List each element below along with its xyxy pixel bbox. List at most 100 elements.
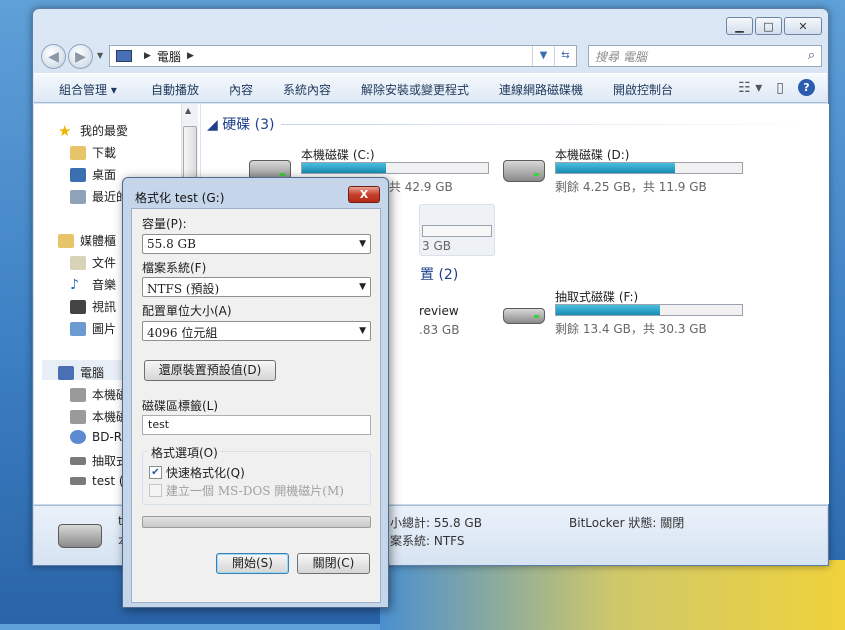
drive-usage-bar [422,225,492,237]
search-placeholder: 搜尋 電腦 [595,49,647,64]
format-dialog: 格式化 test (G:) X 容量(P): 55.8 GB ▼ 檔案系統(F) … [122,177,389,608]
drive-free-space: 3 GB [422,239,451,253]
close-button[interactable]: 關閉(C) [297,553,370,574]
drive-item-preview-name[interactable]: review [419,304,459,318]
removable-drive-icon [70,456,86,465]
sidebar-item-recent[interactable]: 最近的 [70,188,128,205]
back-button[interactable]: ◀ [41,44,66,69]
uninstall-program-button[interactable]: 解除安裝或變更程式 [361,81,469,98]
desktop-icon [70,167,86,182]
volume-label-input[interactable]: test [142,415,371,435]
sidebar-item-music[interactable]: ♪ 音樂 [70,276,116,293]
sidebar-item-videos[interactable]: 視訊 [70,298,116,315]
breadcrumb-computer[interactable]: 電腦 [157,48,181,65]
documents-icon [70,255,86,270]
sidebar-item-documents[interactable]: 文件 [70,254,116,271]
file-system-label: 檔案系統(F) [142,261,207,275]
sidebar-item-libraries[interactable]: 媒體櫃 [58,232,116,249]
view-options-icon[interactable]: ☷ ▾ [738,80,762,96]
recent-pages-dropdown[interactable]: ▼ [97,51,103,60]
drive-usage-bar [555,162,743,174]
properties-button[interactable]: 內容 [229,81,253,98]
dialog-body: 容量(P): 55.8 GB ▼ 檔案系統(F) NTFS (預設) ▼ 配置單位大… [131,208,381,603]
autoplay-button[interactable]: 自動播放 [151,81,199,98]
quick-format-checkbox[interactable]: ✔ 快速格式化(Q) [149,464,245,481]
address-bar[interactable]: ▶ 電腦 ▶ ▼ ⇆ [109,45,577,67]
details-bitlocker-status: BitLocker 狀態: 關閉 [569,516,685,530]
back-arrow-icon: ◀ [48,48,59,65]
sidebar-item-removable-f[interactable]: 抽取式 [70,452,128,469]
sidebar-item-local-c[interactable]: 本機磁 [70,386,128,403]
help-icon[interactable]: ? [798,79,815,96]
forward-arrow-icon: ▶ [75,48,86,65]
drive-usage-fill [556,305,661,315]
maximize-button[interactable]: □ [755,17,782,35]
drive-free-space: 剩餘 13.4 GB，共 30.3 GB [555,322,707,336]
search-box[interactable]: 搜尋 電腦 ⌕ [588,45,822,67]
checkbox-checked-icon[interactable]: ✔ [149,466,162,479]
computer-icon [58,365,74,380]
open-control-panel-button[interactable]: 開啟控制台 [613,81,673,98]
details-file-system: 案系統: NTFS [390,534,465,548]
breadcrumb-chevron-icon[interactable]: ▶ [187,51,194,61]
system-properties-button[interactable]: 系統內容 [283,81,331,98]
group-header-removable[interactable]: 置 (2) [420,264,458,284]
drive-usage-bar [301,162,489,174]
scroll-up-icon[interactable]: ▲ [185,106,191,115]
computer-icon [116,50,132,62]
drive-usage-fill [302,163,386,173]
group-header-hard-disks[interactable]: ◢ 硬碟 (3) [207,114,275,134]
chevron-down-icon: ▼ [359,326,366,336]
star-icon: ★ [58,121,72,140]
removable-drive-icon [503,308,545,324]
maximize-icon: □ [763,19,774,33]
drive-item-g-selected[interactable]: 3 GB [419,204,495,256]
chevron-down-icon: ▼ [359,239,366,249]
drive-name: 本機磁碟 (C:) [301,148,375,162]
search-icon[interactable]: ⌕ [808,48,815,63]
group-divider [281,124,821,125]
command-bar: 組合管理 ▾ 自動播放 內容 系統內容 解除安裝或變更程式 連線網路磁碟機 開啟… [34,73,827,103]
preview-pane-icon[interactable]: ▯ [776,80,784,96]
format-options-group: 格式選項(O) ✔ 快速格式化(Q) 建立一個 MS-DOS 開機磁片(M) [142,444,371,505]
drive-name: 本機磁碟 (D:) [555,148,630,162]
downloads-folder-icon [70,145,86,160]
window-caption-buttons: ▁ □ ✕ [726,17,822,35]
capacity-select[interactable]: 55.8 GB ▼ [142,234,371,254]
pictures-icon [70,321,86,336]
libraries-icon [58,233,74,248]
hard-drive-icon [70,409,86,424]
file-system-select[interactable]: NTFS (預設) ▼ [142,277,371,297]
restore-defaults-button[interactable]: 還原裝置預設值(D) [144,360,276,381]
drive-usage-bar [555,304,743,316]
minimize-icon: ▁ [735,19,744,33]
sidebar-item-pictures[interactable]: 圖片 [70,320,116,337]
organize-menu[interactable]: 組合管理 ▾ [59,81,117,98]
drive-item-f[interactable]: 抽取式磁碟 (F:) 剩餘 13.4 GB，共 30.3 GB [503,288,753,340]
allocation-unit-label: 配置單位大小(A) [142,304,232,318]
drive-usage-fill [556,163,676,173]
minimize-button[interactable]: ▁ [726,17,753,35]
map-network-drive-button[interactable]: 連線網路磁碟機 [499,81,583,98]
refresh-icon[interactable]: ⇆ [554,46,576,66]
drive-item-preview-free: .83 GB [419,323,460,337]
sidebar-item-computer[interactable]: 電腦 [58,364,104,381]
forward-button[interactable]: ▶ [68,44,93,69]
close-window-button[interactable]: ✕ [784,17,822,35]
allocation-unit-select[interactable]: 4096 位元組 ▼ [142,321,371,341]
drive-item-d[interactable]: 本機磁碟 (D:) 剩餘 4.25 GB，共 11.9 GB [503,146,753,198]
address-dropdown-icon[interactable]: ▼ [532,46,554,66]
msdos-startup-checkbox: 建立一個 MS-DOS 開機磁片(M) [149,482,344,499]
breadcrumb-chevron-icon[interactable]: ▶ [144,51,151,61]
sidebar-item-local-d[interactable]: 本機磁 [70,408,128,425]
bluray-drive-icon [70,430,86,444]
music-icon: ♪ [70,276,79,293]
sidebar-item-downloads[interactable]: 下載 [70,144,116,161]
hard-drive-icon [503,160,545,182]
drive-free-space: 剩餘 4.25 GB，共 11.9 GB [555,180,707,194]
sidebar-item-desktop[interactable]: 桌面 [70,166,116,183]
format-options-label: 格式選項(O) [148,444,221,461]
start-button[interactable]: 開始(S) [216,553,289,574]
sidebar-item-favorites[interactable]: ★ 我的最愛 [58,122,128,139]
dialog-close-button[interactable]: X [348,186,380,203]
